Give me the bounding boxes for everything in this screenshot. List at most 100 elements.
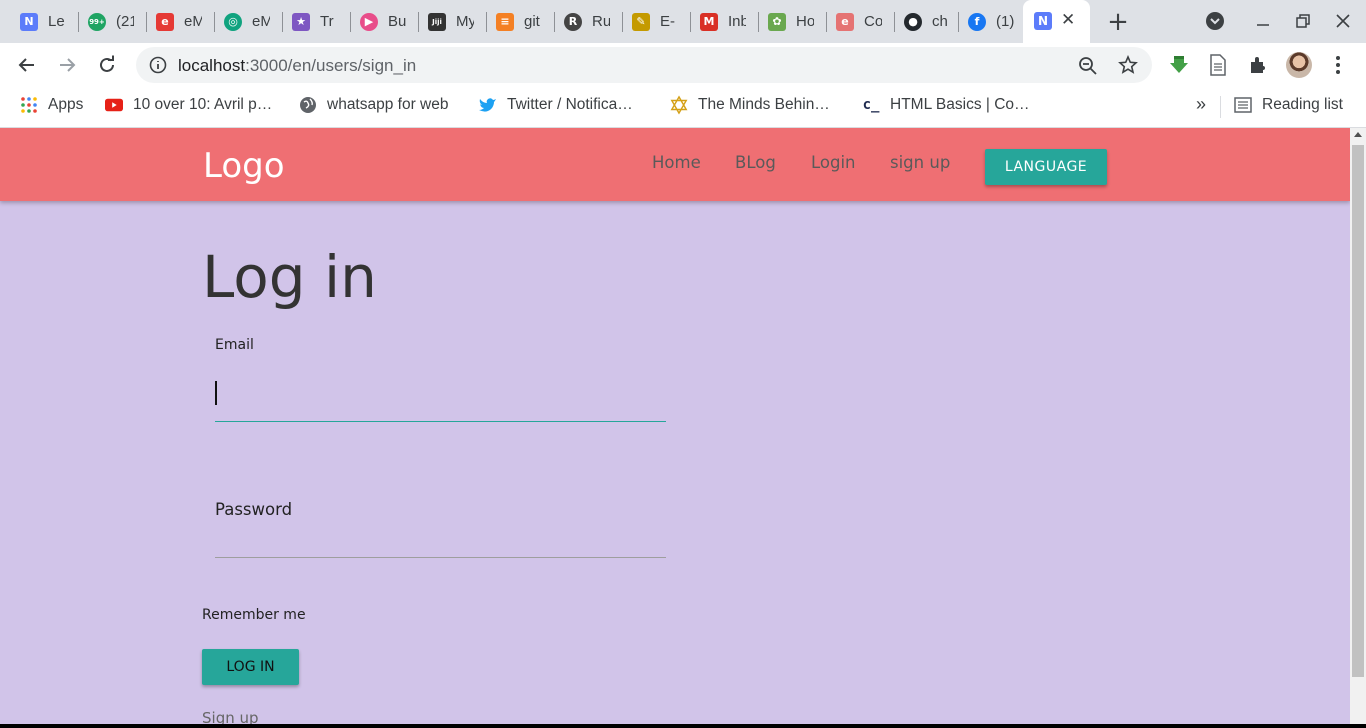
reload-icon <box>100 55 114 72</box>
tab-title: ch <box>932 13 948 30</box>
kebab-menu-icon[interactable] <box>1330 55 1346 75</box>
extensions-icon[interactable] <box>1248 55 1268 75</box>
tab-title: Tr <box>320 13 334 30</box>
password-field[interactable] <box>215 538 666 558</box>
e-icon: e <box>156 12 174 31</box>
facebook-icon: f <box>968 12 986 31</box>
forward-button[interactable] <box>54 52 80 78</box>
star-of-david-icon <box>670 95 688 115</box>
bookmarks-overflow-button[interactable]: » <box>1196 94 1206 115</box>
reading-list-button[interactable]: Reading list <box>1234 96 1343 114</box>
scroll-up-arrow-icon[interactable] <box>1354 132 1362 137</box>
tab-title: Inb <box>728 13 746 30</box>
tab-15[interactable]: f (1) <box>968 0 1014 43</box>
nav-login[interactable]: Login <box>811 153 856 172</box>
tab-separator <box>958 12 959 32</box>
reload-button[interactable] <box>94 52 120 78</box>
star-icon: ★ <box>292 12 310 31</box>
jiji-icon: Jiji <box>428 12 446 31</box>
reader-mode-icon[interactable] <box>1208 54 1228 76</box>
bookmark-apps[interactable]: Apps <box>20 96 83 114</box>
bottom-edge <box>0 724 1366 728</box>
bookmark-label: HTML Basics | Co… <box>890 96 1030 113</box>
tab-6[interactable]: ▶ Bu <box>360 0 406 43</box>
tab-separator <box>894 12 895 32</box>
url-text: localhost:3000/en/users/sign_in <box>178 56 416 76</box>
tab-active[interactable]: N ✕ <box>1023 0 1090 43</box>
tab-separator <box>418 12 419 32</box>
bookmark-label: Twitter / Notifica… <box>507 96 633 113</box>
tab-title: Le <box>48 13 65 30</box>
tab-title: Ru <box>592 13 610 30</box>
close-tab-icon[interactable]: ✕ <box>1061 10 1075 30</box>
tab-title: E- <box>660 13 675 30</box>
bookmark-twitter[interactable]: Twitter / Notifica… <box>479 96 633 114</box>
tab-search-button[interactable] <box>1204 10 1226 32</box>
close-window-button[interactable] <box>1332 10 1354 32</box>
tab-4[interactable]: ◎ eM <box>224 0 270 43</box>
login-button[interactable]: LOG IN <box>202 649 299 685</box>
nav-home[interactable]: Home <box>652 153 701 172</box>
gmail-icon: M <box>700 12 718 31</box>
tab-title: Bu <box>388 13 406 30</box>
tab-2[interactable]: 99+ (21 <box>88 0 134 43</box>
bookmark-whatsapp[interactable]: whatsapp for web <box>299 96 449 114</box>
site-logo[interactable]: Logo <box>203 146 285 186</box>
tab-5[interactable]: ★ Tr <box>292 0 338 43</box>
email-field[interactable] <box>215 373 666 422</box>
reading-list-label: Reading list <box>1262 96 1343 113</box>
back-button[interactable] <box>14 52 40 78</box>
tab-title: My <box>456 13 474 30</box>
bookmarks-divider <box>1220 96 1221 118</box>
youtube-icon <box>105 96 123 114</box>
info-icon <box>149 56 167 74</box>
tab-10[interactable]: ✎ E- <box>632 0 678 43</box>
remember-me-checkbox[interactable]: Remember me <box>202 607 306 623</box>
tab-separator <box>146 12 147 32</box>
bookmark-label: The Minds Behin… <box>698 96 830 113</box>
download-extension-icon[interactable] <box>1168 54 1190 76</box>
nav-sign-up[interactable]: sign up <box>890 153 950 172</box>
profile-avatar[interactable] <box>1286 52 1312 78</box>
star-bookmark-icon[interactable] <box>1118 55 1138 75</box>
language-button[interactable]: LANGUAGE <box>985 149 1107 185</box>
bookmark-codecademy[interactable]: c_ HTML Basics | Co… <box>862 96 1030 114</box>
badge-99-icon: 99+ <box>88 12 106 31</box>
tab-14[interactable]: ● ch <box>904 0 950 43</box>
nav-blog[interactable]: BLog <box>735 153 776 172</box>
tab-title: eM <box>252 13 270 30</box>
tab-9[interactable]: R Ru <box>564 0 610 43</box>
minimize-button[interactable] <box>1252 10 1274 32</box>
tab-8[interactable]: ≡ git <box>496 0 542 43</box>
tab-title: (21 <box>116 13 134 30</box>
tab-1[interactable]: N Le <box>20 0 66 43</box>
bookmark-minds[interactable]: The Minds Behin… <box>670 95 830 115</box>
tab-title: (1) <box>996 13 1014 30</box>
tab-12[interactable]: ✿ Ho <box>768 0 814 43</box>
close-icon <box>1336 14 1350 28</box>
page-title: Log in <box>202 243 377 311</box>
chevron-down-icon <box>1206 12 1224 30</box>
url-path: :3000/en/users/sign_in <box>245 56 417 75</box>
arrow-right-icon <box>60 58 76 72</box>
tab-strip: N ✕ + N Le 99+ (21 e eM ◎ eM ★ Tr ▶ Bu Jiji My ≡ git R Ru… <box>0 0 1366 43</box>
rust-icon: R <box>564 12 582 31</box>
plant-icon: ✿ <box>768 12 786 31</box>
tab-13[interactable]: e Co <box>836 0 882 43</box>
github-icon: ● <box>904 12 922 31</box>
address-bar[interactable]: localhost:3000/en/users/sign_in <box>136 47 1152 83</box>
new-tab-button[interactable]: + <box>1104 7 1132 37</box>
restore-button[interactable] <box>1292 10 1314 32</box>
noteflight-icon: N <box>20 12 38 31</box>
tab-7[interactable]: Jiji My <box>428 0 474 43</box>
minimize-icon <box>1257 24 1269 26</box>
tab-11[interactable]: M Inb <box>700 0 746 43</box>
scrollbar-thumb[interactable] <box>1352 145 1364 677</box>
tab-separator <box>622 12 623 32</box>
tab-separator <box>758 12 759 32</box>
tab-3[interactable]: e eM <box>156 0 202 43</box>
bookmark-youtube[interactable]: 10 over 10: Avril p… <box>105 96 272 114</box>
tab-separator <box>78 12 79 32</box>
zoom-out-icon[interactable] <box>1078 56 1098 76</box>
bookmarks-bar: Apps 10 over 10: Avril p… whatsapp for w… <box>0 87 1366 128</box>
